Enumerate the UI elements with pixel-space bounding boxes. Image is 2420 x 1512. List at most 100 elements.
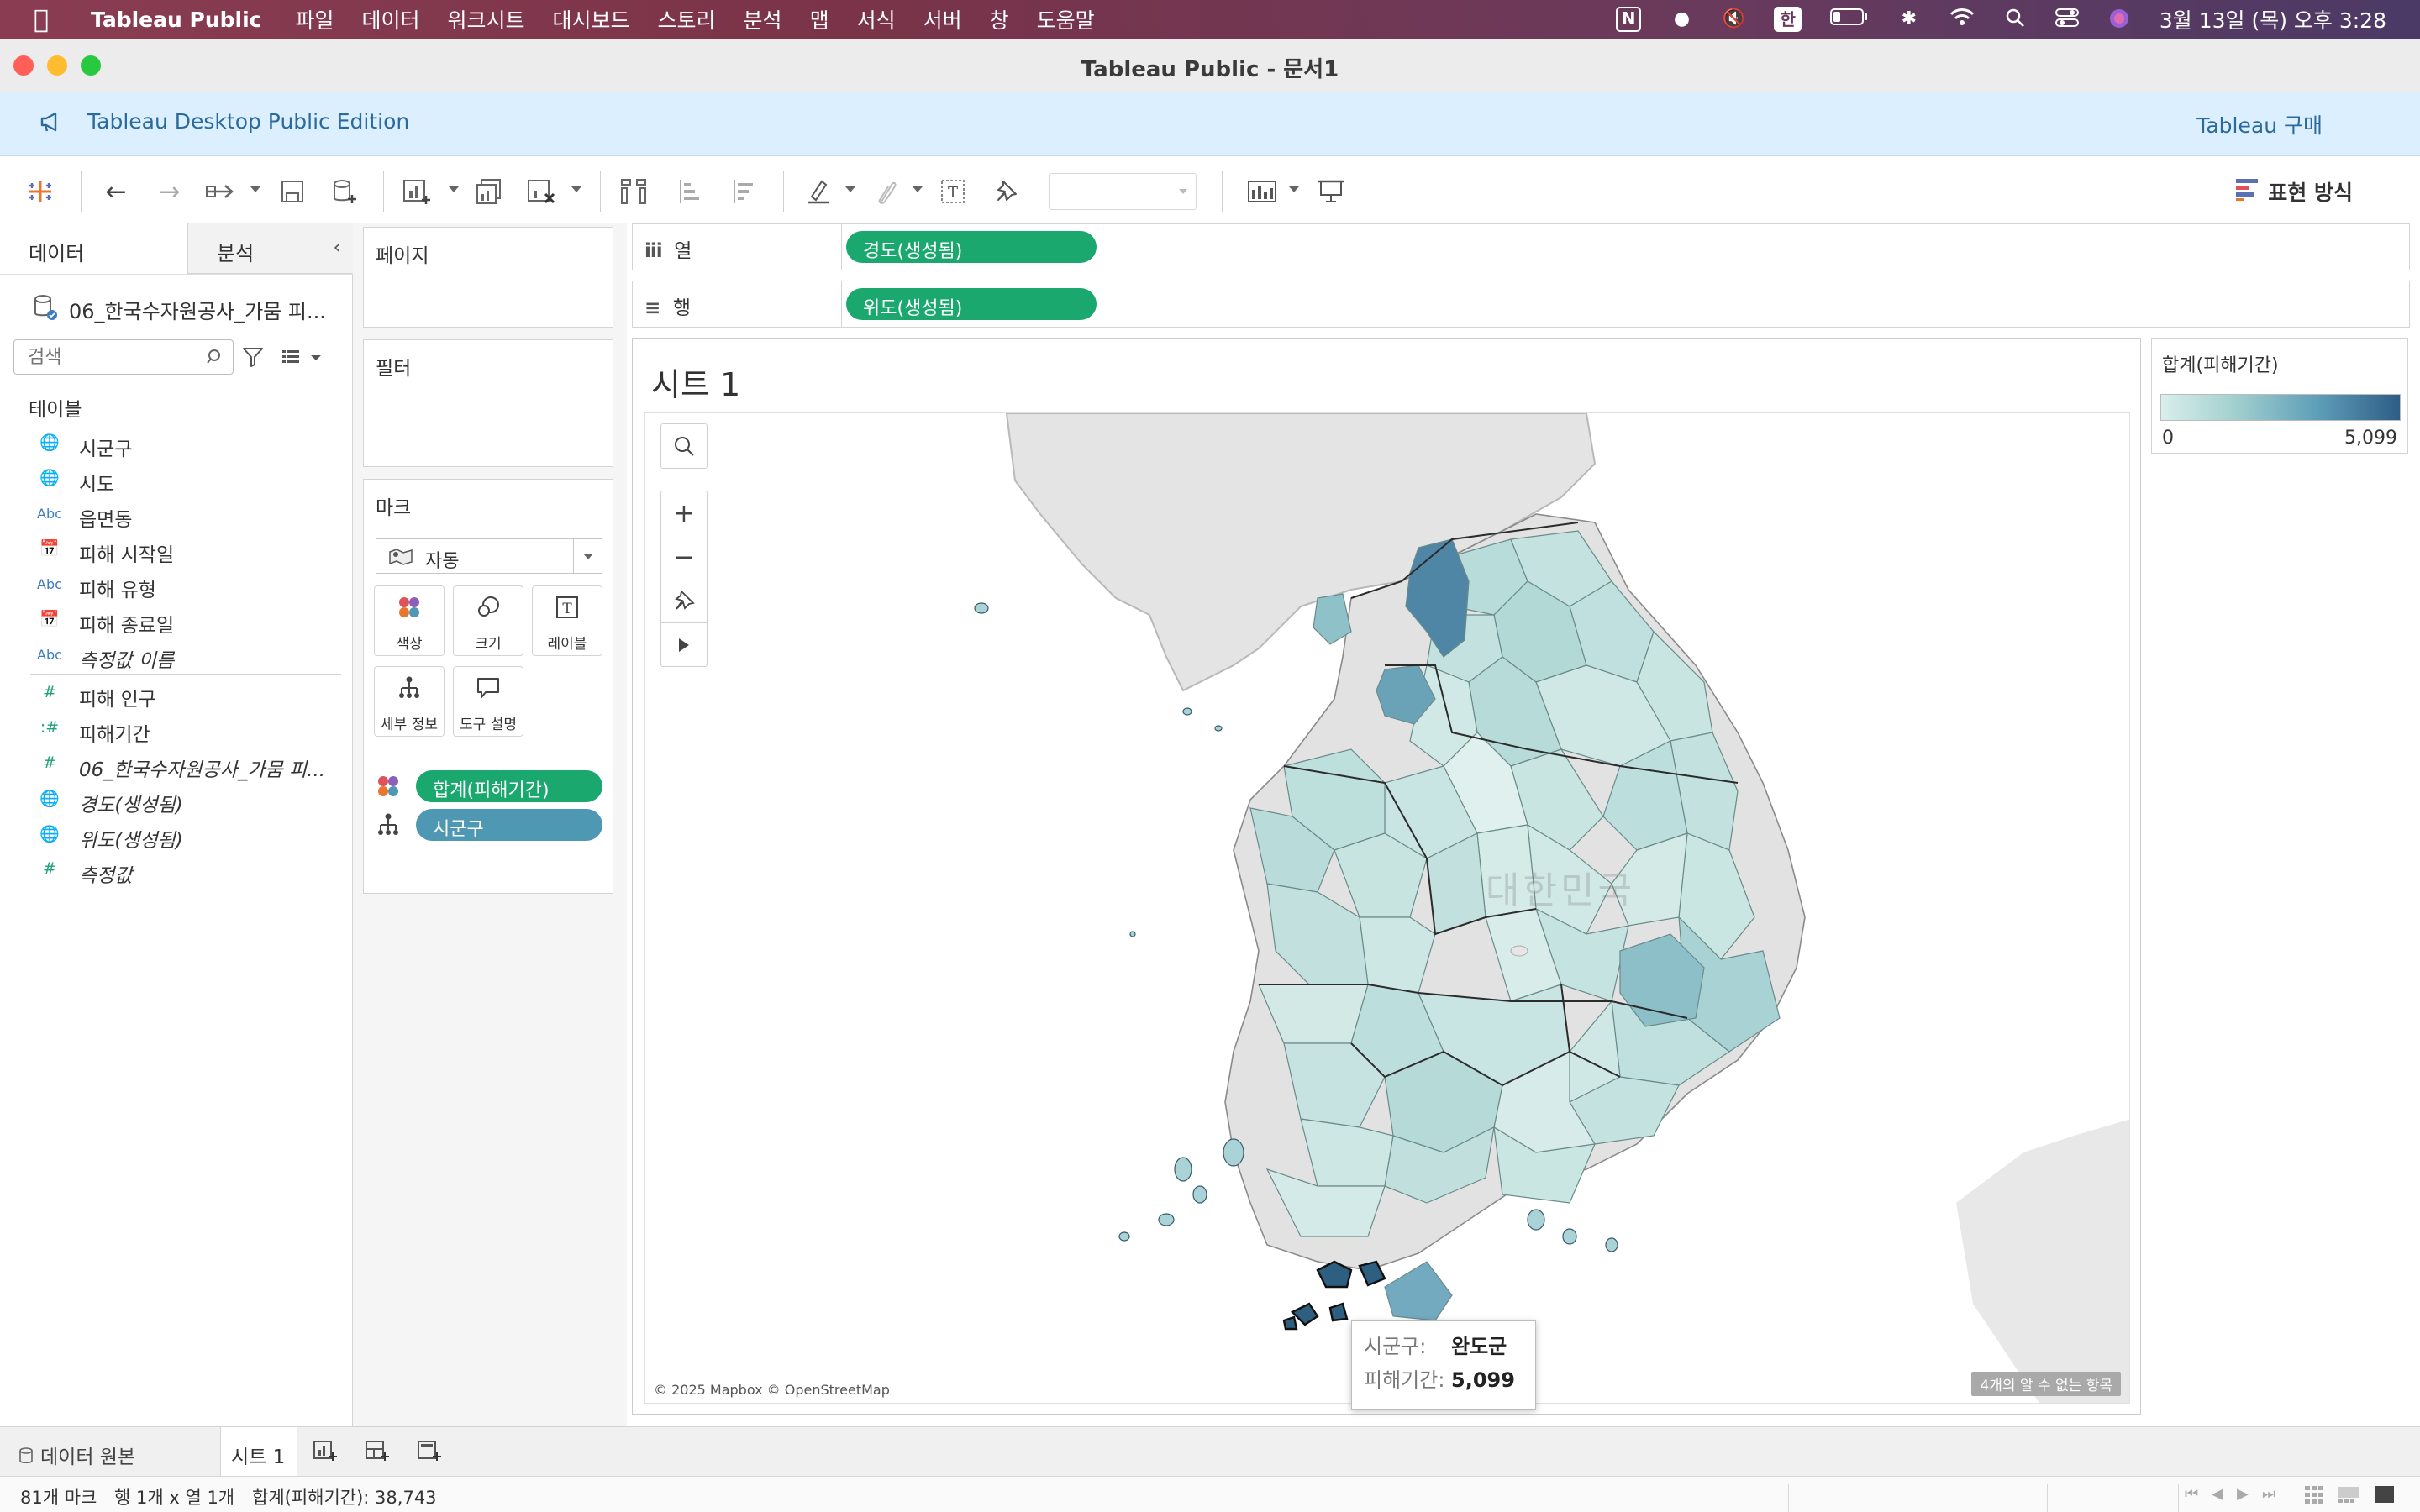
tableau-logo-icon[interactable] (22, 173, 59, 210)
menu-help[interactable]: 도움말 (1037, 4, 1095, 34)
filters-shelf[interactable]: 필터 (363, 339, 613, 467)
tab-analysis[interactable]: 분석 ‹ (188, 223, 353, 274)
battery-icon[interactable] (1829, 8, 1869, 31)
detail-field-pill[interactable]: 시군구 (416, 809, 602, 841)
field-sigungu[interactable]: 🌐 시군구 (0, 427, 353, 462)
sort-ascending-icon[interactable] (671, 173, 708, 210)
new-worksheet-icon[interactable] (398, 173, 435, 210)
new-story-tab-icon[interactable] (413, 1437, 444, 1467)
rows-shelf[interactable]: ≡ 행 위도(생성됨) (632, 281, 2410, 328)
show-me-button[interactable]: 표현 방식 (2234, 176, 2353, 207)
menu-format[interactable]: 서식 (857, 4, 896, 34)
menu-data[interactable]: 데이터 (361, 4, 419, 34)
menu-map[interactable]: 맵 (810, 4, 829, 34)
sheet-sorter-icon[interactable] (2304, 1485, 2324, 1508)
mark-type-dropdown[interactable]: 자동 (376, 538, 602, 574)
menubar-clock[interactable]: 3월 13일 (목) 오후 3:28 (2160, 4, 2386, 34)
field-damage-end-date[interactable]: 📅 피해 종료일 (0, 603, 353, 638)
map-attribution[interactable]: © 2025 Mapbox © OpenStreetMap (654, 1382, 890, 1398)
presentation-mode-icon[interactable] (1313, 173, 1349, 210)
filmstrip-icon[interactable] (2338, 1485, 2360, 1508)
spotlight-search-icon[interactable] (2003, 8, 2027, 31)
field-damage-period[interactable]: :# 피해기간 (0, 712, 353, 748)
show-mark-labels-icon[interactable]: T (934, 173, 971, 210)
menu-app-name[interactable]: Tableau Public (91, 8, 261, 32)
chat-icon[interactable]: ● (1670, 8, 1693, 31)
first-page-icon[interactable]: ⏮ (2185, 1485, 2198, 1503)
field-eupmyeondong[interactable]: Abc 읍면동 (0, 497, 353, 533)
map-canvas[interactable]: 대한민국 + − © 2025 Mapbox © OpenStreetMap 4… (644, 412, 2130, 1404)
menu-file[interactable]: 파일 (295, 4, 334, 34)
menu-analysis[interactable]: 분석 (744, 4, 782, 34)
notion-icon[interactable]: N (1615, 7, 1642, 32)
input-method-indicator[interactable]: 한 (1774, 7, 1802, 32)
color-button[interactable]: 색상 (374, 585, 445, 656)
tabs-view-icon[interactable] (2375, 1485, 2395, 1508)
field-search-input[interactable] (13, 339, 234, 375)
sheet-title[interactable]: 시트 1 (651, 359, 740, 405)
buy-tableau-link[interactable]: Tableau 구매 (2196, 109, 2323, 139)
menu-dashboard[interactable]: 대시보드 (553, 4, 630, 34)
field-measure-values[interactable]: # 측정값 (0, 853, 353, 889)
undo-icon[interactable]: ← (97, 173, 134, 210)
redo-icon[interactable]: → (151, 173, 188, 210)
highlight-icon[interactable] (800, 173, 837, 210)
field-latitude-generated[interactable]: 🌐 위도(생성됨) (0, 818, 353, 853)
field-damage-population[interactable]: # 피해 인구 (0, 677, 353, 712)
tab-sheet-1[interactable]: 시트 1 (220, 1427, 297, 1476)
wifi-icon[interactable] (1949, 8, 1975, 31)
color-field-pill[interactable]: 합계(피해기간) (416, 770, 602, 802)
collapse-pane-icon[interactable]: ‹ (333, 235, 341, 259)
apple-icon[interactable]:  (34, 5, 67, 34)
field-measure-names[interactable]: Abc 측정값 이름 (0, 638, 353, 674)
columns-shelf[interactable]: iii 열 경도(생성됨) (632, 223, 2410, 270)
filter-fields-icon[interactable] (242, 346, 264, 371)
last-page-icon[interactable]: ⏭ (2262, 1485, 2275, 1503)
tooltip-button[interactable]: 도구 설명 (453, 666, 523, 737)
pin-icon[interactable] (661, 579, 707, 622)
unknown-items-indicator[interactable]: 4개의 알 수 없는 항목 (1971, 1372, 2121, 1396)
datasource-item[interactable]: 06_한국수자원공사_가뭄 피... (0, 274, 353, 344)
data-source-tab[interactable]: 데이터 원본 (0, 1427, 220, 1476)
bluetooth-icon[interactable]: ✱ (1897, 8, 1921, 31)
tab-data[interactable]: 데이터 (0, 223, 188, 274)
zoom-out-icon[interactable]: − (661, 535, 707, 579)
label-button[interactable]: T 레이블 (532, 585, 602, 656)
pages-shelf[interactable]: 페이지 (363, 227, 613, 328)
view-options-icon[interactable] (281, 348, 323, 371)
size-button[interactable]: 크기 (453, 585, 523, 656)
clear-sheet-icon[interactable] (523, 173, 560, 210)
new-worksheet-tab-icon[interactable] (309, 1437, 339, 1467)
next-page-icon[interactable]: ▶ (2237, 1485, 2249, 1503)
replay-icon[interactable] (203, 173, 240, 210)
menu-worksheet[interactable]: 워크시트 (448, 4, 525, 34)
menu-story[interactable]: 스토리 (658, 4, 716, 34)
save-icon[interactable] (274, 173, 311, 210)
new-data-source-icon[interactable] (326, 173, 363, 210)
detail-button[interactable]: 세부 정보 (374, 666, 445, 737)
color-legend[interactable]: 합계(피해기간) 0 5,099 (2151, 338, 2408, 454)
map-search-control[interactable] (660, 423, 708, 469)
fit-dropdown[interactable] (1049, 173, 1197, 210)
rows-pill[interactable]: 위도(생성됨) (846, 288, 1097, 320)
zoom-in-icon[interactable]: + (661, 491, 707, 535)
field-damage-type[interactable]: Abc 피해 유형 (0, 568, 353, 603)
menu-server[interactable]: 서버 (923, 4, 962, 34)
swap-rows-columns-icon[interactable] (615, 173, 652, 210)
fix-axes-pin-icon[interactable] (988, 173, 1025, 210)
new-dashboard-tab-icon[interactable] (361, 1437, 392, 1467)
chevron-down-icon[interactable] (573, 539, 602, 573)
show-cards-icon[interactable] (1244, 173, 1281, 210)
field-sido[interactable]: 🌐 시도 (0, 462, 353, 497)
siri-icon[interactable] (2107, 8, 2131, 31)
field-longitude-generated[interactable]: 🌐 경도(생성됨) (0, 783, 353, 818)
field-record-count[interactable]: # 06_한국수자원공사_가뭄 피... (0, 748, 353, 783)
sort-descending-icon[interactable] (724, 173, 761, 210)
columns-pill[interactable]: 경도(생성됨) (846, 231, 1097, 263)
search-icon[interactable] (661, 424, 707, 468)
prev-page-icon[interactable]: ◀ (2212, 1485, 2223, 1503)
mute-icon[interactable]: 🔇 (1722, 8, 1745, 31)
duplicate-sheet-icon[interactable] (471, 173, 508, 210)
group-members-icon[interactable] (867, 173, 904, 210)
play-arrow-icon[interactable] (661, 622, 707, 666)
